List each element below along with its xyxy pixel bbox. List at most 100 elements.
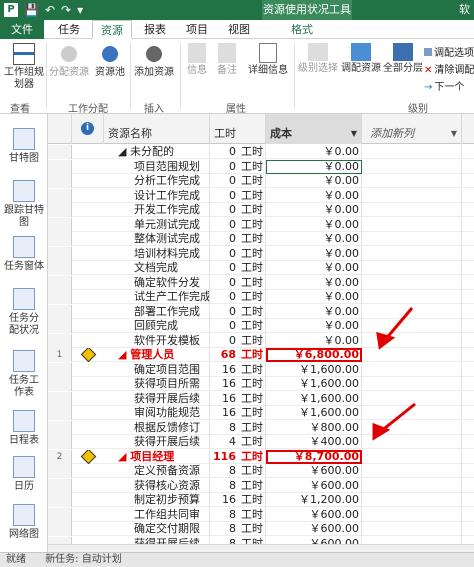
tab-file[interactable]: 文件 <box>0 20 44 39</box>
next-overallocation-button[interactable]: → 下一个 <box>424 78 474 93</box>
work-cell[interactable]: 68 工时 <box>210 348 266 362</box>
add-column-cell[interactable] <box>362 319 462 333</box>
work-cell[interactable]: 4 工时 <box>210 435 266 449</box>
row-id[interactable] <box>48 290 72 304</box>
tab-view[interactable]: 视图 <box>220 20 258 39</box>
work-cell[interactable]: 16 工时 <box>210 362 266 377</box>
resource-name-cell[interactable]: 确定软件分发 <box>104 275 210 290</box>
customize-qat-icon[interactable]: ▾ <box>77 3 83 17</box>
cost-cell[interactable]: ￥1,600.00 <box>266 362 362 377</box>
work-cell[interactable]: 0 工时 <box>210 261 266 275</box>
add-column-cell[interactable] <box>362 333 462 348</box>
row-id[interactable] <box>48 232 72 246</box>
tab-report[interactable]: 报表 <box>136 20 174 39</box>
header-indicators[interactable]: i <box>72 114 104 144</box>
resource-name-cell[interactable]: 软件开发模板 <box>104 333 210 348</box>
add-column-cell[interactable] <box>362 348 462 362</box>
resource-name-cell[interactable]: 定义预备资源 <box>104 464 210 478</box>
tab-task[interactable]: 任务 <box>50 20 88 39</box>
row-id[interactable] <box>48 507 72 522</box>
resource-name-cell[interactable]: ◢ 未分配的 <box>104 145 210 159</box>
row-id[interactable] <box>48 246 72 261</box>
row-id[interactable]: 1 <box>48 348 72 362</box>
header-select-all[interactable] <box>48 114 72 144</box>
work-cell[interactable]: 0 工时 <box>210 188 266 203</box>
cost-cell[interactable]: ￥600.00 <box>266 478 362 493</box>
view-task-usage[interactable]: 任务分配状况 <box>0 288 48 337</box>
cost-cell[interactable]: ￥8,700.00 <box>266 449 362 464</box>
level-selection-button[interactable]: 级别选择 <box>296 43 340 75</box>
cost-cell[interactable]: ￥0.00 <box>266 174 362 188</box>
row-id[interactable] <box>48 406 72 420</box>
notes-button[interactable]: 备注 <box>214 43 240 77</box>
tab-resource[interactable]: 资源 <box>92 20 132 39</box>
work-cell[interactable]: 0 工时 <box>210 304 266 319</box>
table-row[interactable]: 1 ◢ 管理人员 68 工时 ￥6,800.00 <box>48 348 474 362</box>
add-column-cell[interactable] <box>362 188 462 203</box>
resource-name-cell[interactable]: 开发工作完成 <box>104 203 210 217</box>
resource-name-cell[interactable]: 确定交付期限 <box>104 522 210 536</box>
add-column-cell[interactable] <box>362 377 462 391</box>
row-id[interactable] <box>48 478 72 493</box>
resource-name-cell[interactable]: 确定项目范围 <box>104 362 210 377</box>
table-row[interactable]: 开发工作完成 0 工时 ￥0.00 <box>48 203 474 217</box>
add-column-cell[interactable] <box>362 435 462 449</box>
work-cell[interactable]: 8 工时 <box>210 478 266 493</box>
row-id[interactable] <box>48 275 72 290</box>
row-id[interactable] <box>48 174 72 188</box>
row-id[interactable] <box>48 203 72 217</box>
cost-cell[interactable]: ￥1,600.00 <box>266 377 362 391</box>
cost-cell[interactable]: ￥0.00 <box>266 232 362 246</box>
cost-cell[interactable]: ￥400.00 <box>266 435 362 449</box>
save-icon[interactable]: 💾 <box>24 3 39 17</box>
row-id[interactable] <box>48 217 72 232</box>
work-cell[interactable]: 0 工时 <box>210 290 266 304</box>
cost-cell[interactable]: ￥0.00 <box>266 159 362 174</box>
status-task-mode[interactable]: 新任务: 自动计划 <box>45 554 122 565</box>
cost-cell[interactable]: ￥0.00 <box>266 246 362 261</box>
table-row[interactable]: 确定项目范围 16 工时 ￥1,600.00 <box>48 362 474 377</box>
work-cell[interactable]: 0 工时 <box>210 275 266 290</box>
table-row[interactable]: 获得开展后续 16 工时 ￥1,600.00 <box>48 391 474 406</box>
add-column-cell[interactable] <box>362 145 462 159</box>
view-network-diagram[interactable]: 网络图 <box>0 504 48 541</box>
cost-cell[interactable]: ￥0.00 <box>266 304 362 319</box>
cost-cell[interactable]: ￥1,600.00 <box>266 391 362 406</box>
work-cell[interactable]: 8 工时 <box>210 507 266 522</box>
work-cell[interactable]: 8 工时 <box>210 464 266 478</box>
cost-cell[interactable]: ￥0.00 <box>266 188 362 203</box>
add-column-cell[interactable] <box>362 232 462 246</box>
row-id[interactable]: 2 <box>48 449 72 464</box>
add-column-cell[interactable] <box>362 304 462 319</box>
work-cell[interactable]: 0 工时 <box>210 159 266 174</box>
cost-cell[interactable]: ￥800.00 <box>266 420 362 435</box>
add-column-cell[interactable] <box>362 493 462 507</box>
row-id[interactable] <box>48 420 72 435</box>
resource-name-cell[interactable]: ◢ 管理人员 <box>104 348 210 362</box>
leveling-options-button[interactable]: 调配选项 <box>424 44 474 59</box>
table-row[interactable]: 确定交付期限 8 工时 ￥600.00 <box>48 522 474 536</box>
add-column-cell[interactable] <box>362 507 462 522</box>
work-cell[interactable]: 0 工时 <box>210 203 266 217</box>
tab-project[interactable]: 项目 <box>178 20 216 39</box>
level-all-button[interactable]: 全部分层 <box>382 43 424 75</box>
table-row[interactable]: 获得项目所需 16 工时 ￥1,600.00 <box>48 377 474 391</box>
work-cell[interactable]: 8 工时 <box>210 522 266 536</box>
add-column-cell[interactable] <box>362 406 462 420</box>
table-row[interactable]: 工作组共同审 8 工时 ￥600.00 <box>48 507 474 522</box>
add-column-cell[interactable] <box>362 275 462 290</box>
add-column-cell[interactable] <box>362 217 462 232</box>
resource-name-cell[interactable]: 设计工作完成 <box>104 188 210 203</box>
row-id[interactable] <box>48 319 72 333</box>
work-cell[interactable]: 16 工时 <box>210 391 266 406</box>
row-id[interactable] <box>48 333 72 348</box>
add-column-cell[interactable] <box>362 246 462 261</box>
view-gantt-chart[interactable]: 甘特图 <box>0 128 48 165</box>
table-row[interactable]: 分析工作完成 0 工时 ￥0.00 <box>48 174 474 188</box>
cost-cell[interactable]: ￥6,800.00 <box>266 348 362 362</box>
resource-name-cell[interactable]: 整体测试完成 <box>104 232 210 246</box>
row-id[interactable] <box>48 493 72 507</box>
table-row[interactable]: 培训材料完成 0 工时 ￥0.00 <box>48 246 474 261</box>
work-cell[interactable]: 116 工时 <box>210 449 266 464</box>
add-column-cell[interactable] <box>362 159 462 174</box>
